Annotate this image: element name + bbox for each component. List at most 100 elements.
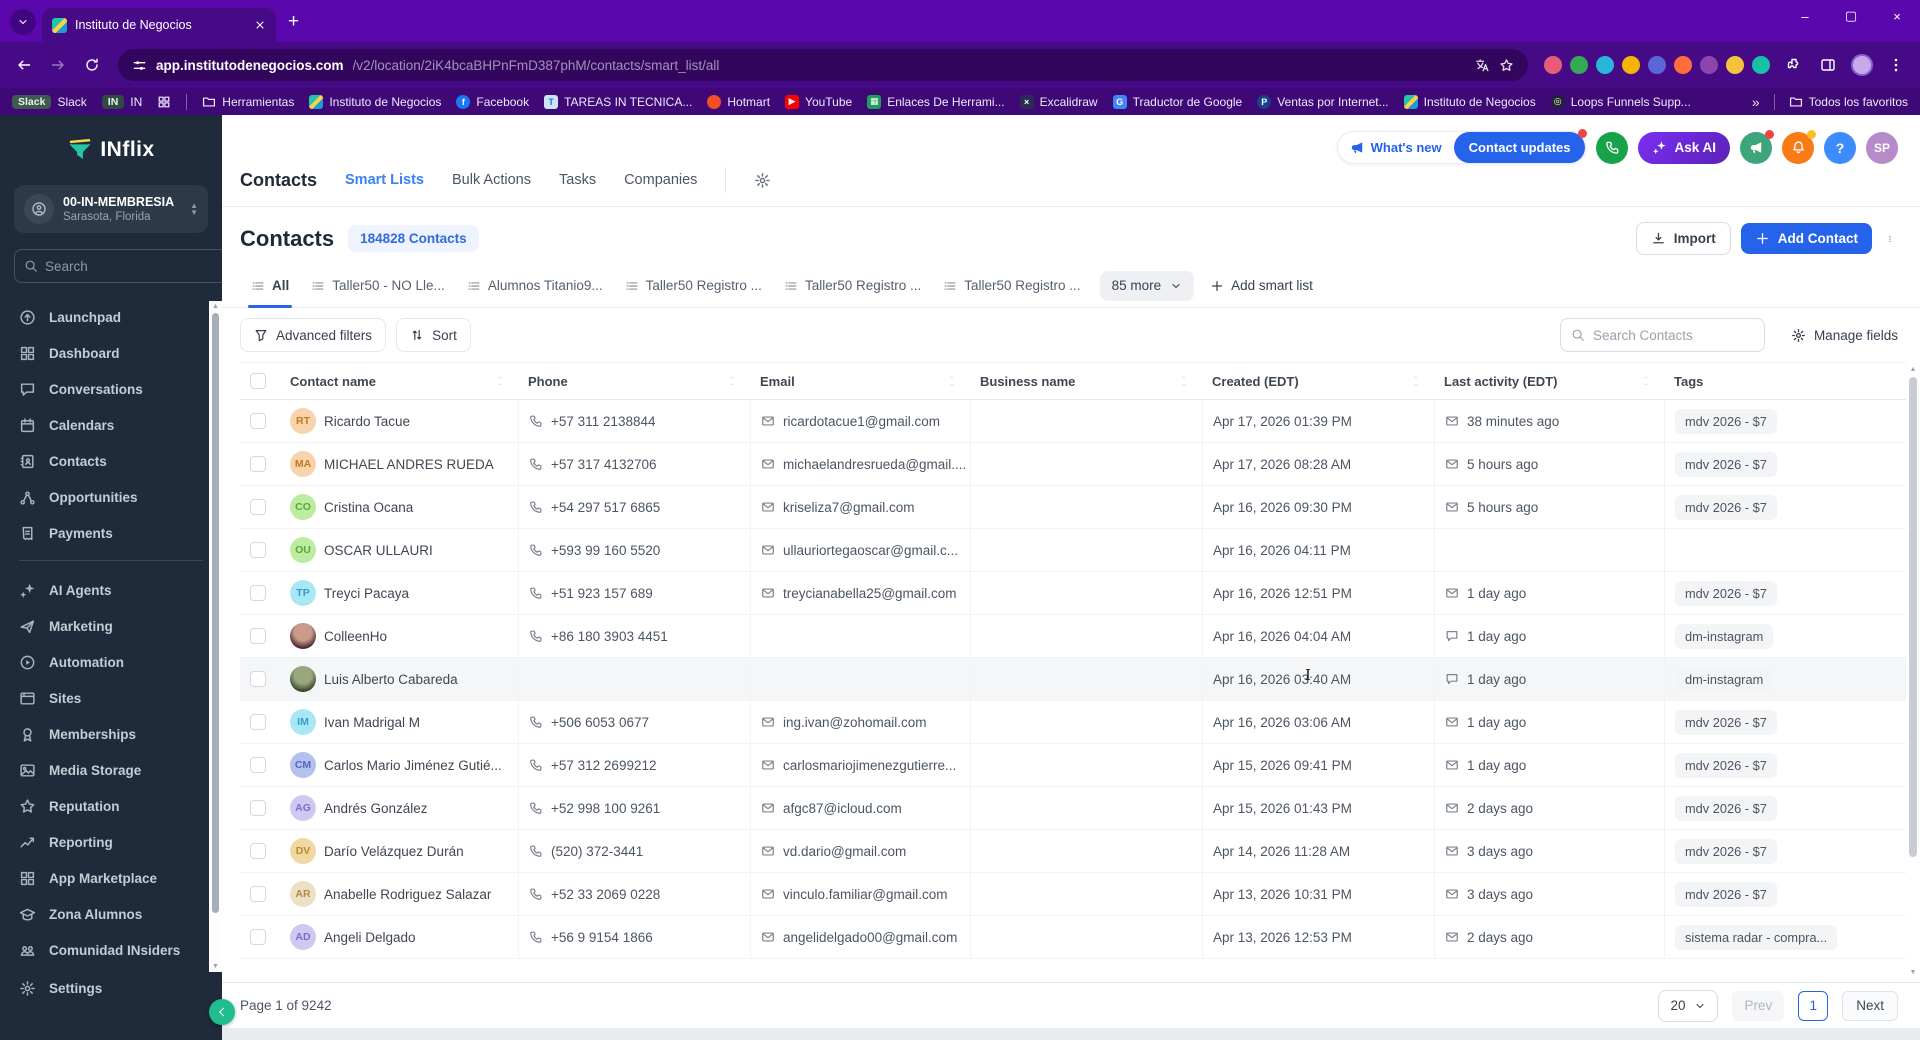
- row-checkbox[interactable]: [250, 499, 266, 515]
- column-header[interactable]: Tags: [1664, 363, 1906, 399]
- table-row[interactable]: OU OSCAR ULLAURI +593 99 160 5520 ullauri…: [240, 529, 1906, 572]
- bookmark-item[interactable]: Slack Slack: [12, 94, 87, 109]
- sidebar-search-input[interactable]: [45, 258, 222, 274]
- all-favorites[interactable]: Todos los favoritos: [1789, 95, 1908, 109]
- row-checkbox[interactable]: [250, 413, 266, 429]
- sidebar-item-comunidad-insiders[interactable]: Comunidad INsiders: [0, 932, 222, 968]
- url-bar[interactable]: app.institutodenegocios.com /v2/location…: [118, 49, 1528, 81]
- row-checkbox[interactable]: [250, 585, 266, 601]
- row-checkbox[interactable]: [250, 929, 266, 945]
- smart-list-tab[interactable]: All: [240, 264, 300, 308]
- contact-name[interactable]: OSCAR ULLAURI: [324, 543, 433, 558]
- search-contacts-input[interactable]: [1592, 327, 1754, 343]
- bookmark-item[interactable]: Hotmart: [707, 94, 770, 109]
- sidebar-item-settings[interactable]: Settings: [0, 970, 222, 1006]
- sort-chevrons-icon[interactable]: [496, 375, 504, 387]
- whats-new-pill[interactable]: What's new Contact updates: [1336, 129, 1588, 164]
- extension-icon[interactable]: [1726, 56, 1744, 74]
- row-checkbox[interactable]: [250, 886, 266, 902]
- notifications-button[interactable]: [1782, 129, 1816, 164]
- tag-badge[interactable]: mdv 2026 - $7: [1675, 709, 1777, 735]
- sidebar-item-marketing[interactable]: Marketing: [0, 608, 222, 644]
- add-smart-list-button[interactable]: Add smart list: [1210, 278, 1313, 293]
- new-tab-button[interactable]: +: [288, 11, 299, 33]
- table-row[interactable]: MA MICHAEL ANDRES RUEDA +57 317 4132706 m…: [240, 443, 1906, 486]
- table-row[interactable]: AD Angeli Delgado +56 9 9154 1866 angelid…: [240, 916, 1906, 959]
- bookmark-item[interactable]: P Ventas por Internet...: [1257, 94, 1389, 109]
- table-row[interactable]: AR Anabelle Rodriguez Salazar +52 33 2069…: [240, 873, 1906, 916]
- window-close-button[interactable]: ×: [1874, 0, 1920, 32]
- location-switcher[interactable]: 00-IN-MEMBRESIA Sarasota, Florida ▲ ▼: [14, 185, 208, 233]
- row-checkbox[interactable]: [250, 757, 266, 773]
- sidebar-item-sites[interactable]: Sites: [0, 680, 222, 716]
- bookmark-item[interactable]: [157, 95, 171, 109]
- sidebar-collapse-button[interactable]: [209, 999, 235, 1025]
- phone-button[interactable]: [1596, 131, 1629, 164]
- sort-chevrons-icon[interactable]: [948, 375, 956, 387]
- tag-badge[interactable]: sistema radar - compra...: [1675, 924, 1838, 950]
- sort-chevrons-icon[interactable]: [728, 375, 736, 387]
- contact-name[interactable]: Angeli Delgado: [324, 930, 416, 945]
- browser-profile-avatar[interactable]: [1846, 49, 1878, 81]
- sort-chevrons-icon[interactable]: [1180, 375, 1188, 387]
- back-button[interactable]: [8, 49, 40, 81]
- translate-icon[interactable]: [1475, 58, 1490, 73]
- side-panel-icon[interactable]: [1812, 49, 1844, 81]
- contact-name[interactable]: Darío Velázquez Durán: [324, 844, 464, 859]
- import-button[interactable]: Import: [1635, 222, 1731, 255]
- sidebar-item-calendars[interactable]: Calendars: [0, 407, 222, 443]
- sidebar-item-opportunities[interactable]: Opportunities: [0, 479, 222, 515]
- row-checkbox[interactable]: [250, 456, 266, 472]
- row-checkbox[interactable]: [250, 843, 266, 859]
- table-row[interactable]: AG Andrés González +52 998 100 9261 afgc8…: [240, 787, 1906, 830]
- sidebar-item-ai-agents[interactable]: AI Agents: [0, 572, 222, 608]
- table-row[interactable]: Luis Alberto Cabareda Apr 16, 2026 03:40…: [240, 658, 1906, 701]
- bookmarks-overflow-chevrons[interactable]: »: [1752, 94, 1760, 110]
- table-row[interactable]: RT Ricardo Tacue +57 311 2138844 ricardot…: [240, 400, 1906, 443]
- sidebar-item-contacts[interactable]: Contacts: [0, 443, 222, 479]
- row-checkbox[interactable]: [250, 714, 266, 730]
- extension-icon[interactable]: [1622, 56, 1640, 74]
- bookmark-item[interactable]: Instituto de Negocios: [309, 94, 441, 109]
- table-row[interactable]: CO Cristina Ocana +54 297 517 6865 krisel…: [240, 486, 1906, 529]
- extension-icon[interactable]: [1544, 56, 1562, 74]
- bookmark-item[interactable]: T TAREAS IN TECNICA...: [544, 94, 692, 109]
- advanced-filters-button[interactable]: Advanced filters: [240, 318, 387, 352]
- bookmark-item[interactable]: G Traductor de Google: [1112, 94, 1242, 109]
- column-header[interactable]: Contact name: [280, 363, 518, 399]
- topnav-item-companies[interactable]: Companies: [624, 172, 697, 188]
- tag-badge[interactable]: mdv 2026 - $7: [1675, 795, 1777, 821]
- sidebar-item-dashboard[interactable]: Dashboard: [0, 335, 222, 371]
- sidebar-item-conversations[interactable]: Conversations: [0, 371, 222, 407]
- sidebar-item-reputation[interactable]: Reputation: [0, 788, 222, 824]
- table-scrollbar[interactable]: ▲ ▼: [1907, 364, 1919, 978]
- announcements-button[interactable]: [1740, 129, 1774, 164]
- smart-list-tab[interactable]: Taller50 Registro ...: [614, 264, 773, 308]
- tag-badge[interactable]: dm-instagram: [1675, 666, 1774, 692]
- topnav-item-bulk-actions[interactable]: Bulk Actions: [452, 172, 531, 188]
- contact-name[interactable]: Treyci Pacaya: [324, 586, 409, 601]
- bookmark-item[interactable]: Herramientas: [202, 95, 294, 109]
- table-row[interactable]: CM Carlos Mario Jiménez Gutié... +57 312 …: [240, 744, 1906, 787]
- tag-badge[interactable]: dm-instagram: [1675, 623, 1774, 649]
- table-row[interactable]: TP Treyci Pacaya +51 923 157 689 treycian…: [240, 572, 1906, 615]
- extension-icon[interactable]: [1752, 56, 1770, 74]
- bookmark-star-icon[interactable]: [1499, 58, 1514, 73]
- manage-fields-button[interactable]: Manage fields: [1791, 328, 1898, 343]
- row-checkbox[interactable]: [250, 800, 266, 816]
- bookmark-item[interactable]: ▶ YouTube: [785, 94, 852, 109]
- tab-close-icon[interactable]: [254, 19, 266, 31]
- window-maximize-button[interactable]: ▢: [1828, 0, 1874, 32]
- row-checkbox[interactable]: [250, 628, 266, 644]
- contact-name[interactable]: Luis Alberto Cabareda: [324, 672, 458, 687]
- sort-chevrons-icon[interactable]: [1642, 375, 1650, 387]
- forward-button[interactable]: [42, 49, 74, 81]
- tag-badge[interactable]: mdv 2026 - $7: [1675, 580, 1777, 606]
- sidebar-item-payments[interactable]: Payments: [0, 515, 222, 551]
- table-row[interactable]: IM Ivan Madrigal M +506 6053 0677 ing.iva…: [240, 701, 1906, 744]
- contact-name[interactable]: MICHAEL ANDRES RUEDA: [324, 457, 494, 472]
- bookmark-item[interactable]: Instituto de Negocios: [1403, 94, 1536, 109]
- bookmark-item[interactable]: ◎ Loops Funnels Supp...: [1550, 94, 1691, 109]
- extension-icon[interactable]: [1674, 56, 1692, 74]
- topnav-item-tasks[interactable]: Tasks: [559, 172, 596, 188]
